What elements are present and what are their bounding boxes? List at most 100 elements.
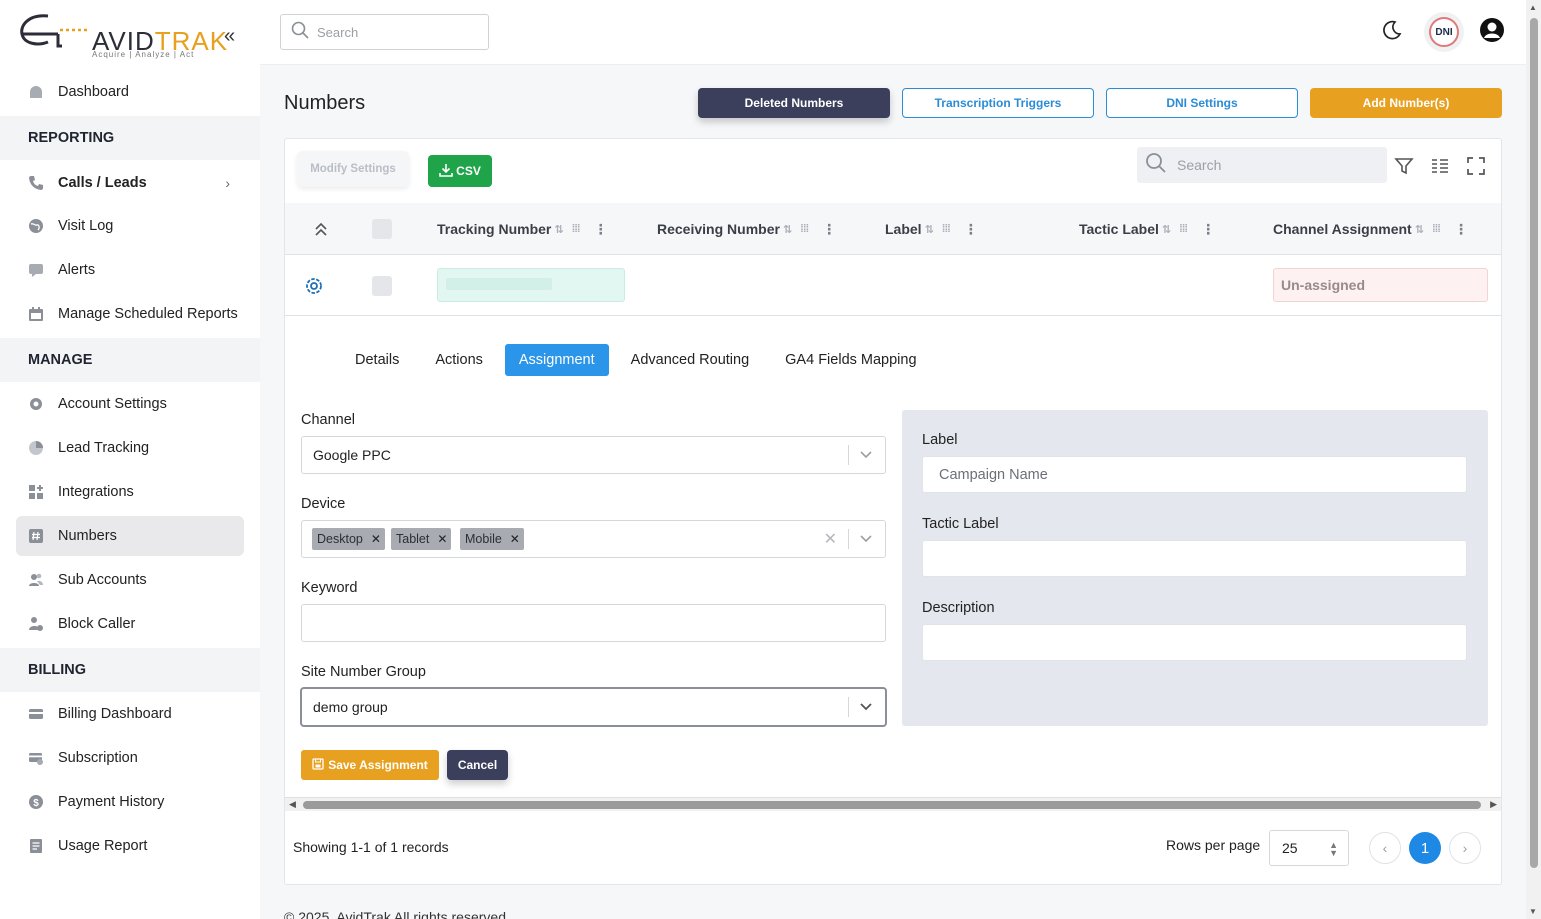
tab-assignment[interactable]: Assignment bbox=[504, 344, 609, 376]
dni-button[interactable]: DNI bbox=[1424, 12, 1464, 52]
site-number-group-select[interactable]: demo group bbox=[301, 688, 886, 726]
sort-icon[interactable]: ⇅ bbox=[925, 223, 934, 236]
remove-chip-icon[interactable]: ✕ bbox=[506, 528, 524, 550]
channel-select[interactable]: Google PPC bbox=[301, 436, 886, 474]
sort-icon[interactable]: ⇅ bbox=[1162, 223, 1171, 236]
column-menu-icon[interactable]: ⋮ bbox=[964, 221, 978, 238]
save-icon bbox=[312, 757, 324, 773]
column-label[interactable]: Label ⇅ ⁞⁞⁞ ⋮ bbox=[885, 203, 978, 255]
global-search[interactable] bbox=[280, 14, 489, 50]
sidebar-item-integrations[interactable]: Integrations bbox=[16, 472, 244, 512]
device-label: Device bbox=[301, 496, 346, 512]
scrollbar-thumb[interactable] bbox=[303, 801, 1481, 809]
columns-icon[interactable] bbox=[1429, 155, 1451, 177]
sidebar-item-lead-tracking[interactable]: Lead Tracking bbox=[16, 428, 244, 468]
dark-mode-toggle[interactable] bbox=[1372, 12, 1412, 52]
clear-all-icon[interactable]: ✕ bbox=[824, 529, 837, 549]
drag-handle-icon[interactable]: ⁞⁞⁞ bbox=[942, 223, 951, 235]
sidebar-item-sub-accounts[interactable]: Sub Accounts bbox=[16, 560, 244, 600]
row-checkbox[interactable] bbox=[372, 276, 392, 296]
description-field[interactable] bbox=[922, 624, 1467, 661]
label-panel: Label Tactic Label Description bbox=[902, 410, 1488, 726]
tactic-label-field[interactable] bbox=[922, 540, 1467, 577]
tab-advanced-routing[interactable]: Advanced Routing bbox=[617, 344, 764, 376]
table-search-input[interactable] bbox=[1177, 157, 1367, 173]
csv-export-button[interactable]: CSV bbox=[428, 155, 492, 187]
chevron-down-icon[interactable] bbox=[857, 445, 875, 465]
sidebar-item-numbers[interactable]: Numbers bbox=[16, 516, 244, 556]
chevron-down-icon[interactable] bbox=[857, 529, 875, 549]
vertical-scrollbar[interactable]: ▲ ▼ bbox=[1526, 0, 1541, 919]
sort-icon[interactable]: ⇅ bbox=[783, 223, 792, 236]
cancel-button[interactable]: Cancel bbox=[447, 750, 508, 780]
sidebar-item-calls-leads[interactable]: Calls / Leads › bbox=[16, 163, 244, 203]
sort-icon[interactable]: ⇅ bbox=[1415, 223, 1424, 236]
remove-chip-icon[interactable]: ✕ bbox=[433, 528, 451, 550]
column-menu-icon[interactable]: ⋮ bbox=[1454, 221, 1468, 238]
save-assignment-button[interactable]: Save Assignment bbox=[301, 750, 439, 780]
brand-logo[interactable]: AVIDTRAK Acquire | Analyze | Act bbox=[18, 10, 248, 66]
next-page-button[interactable]: › bbox=[1449, 832, 1481, 864]
sidebar-item-block-caller[interactable]: Block Caller bbox=[16, 604, 244, 644]
keyword-field[interactable] bbox=[301, 604, 886, 642]
user-menu[interactable] bbox=[1472, 12, 1512, 52]
sort-icon[interactable]: ⇅ bbox=[554, 223, 563, 236]
tab-actions[interactable]: Actions bbox=[421, 344, 497, 376]
scroll-right-icon[interactable]: ▶ bbox=[1490, 799, 1497, 810]
collapse-sidebar-icon[interactable]: « bbox=[224, 26, 235, 46]
remove-chip-icon[interactable]: ✕ bbox=[367, 528, 385, 550]
select-all-checkbox[interactable] bbox=[372, 203, 392, 255]
scroll-left-icon[interactable]: ◀ bbox=[289, 799, 296, 810]
deleted-numbers-button[interactable]: Deleted Numbers bbox=[698, 88, 890, 118]
tab-ga4-fields-mapping[interactable]: GA4 Fields Mapping bbox=[771, 344, 930, 376]
table-search[interactable] bbox=[1137, 147, 1387, 183]
horizontal-scrollbar[interactable]: ◀ ▶ bbox=[285, 797, 1501, 811]
sidebar-item-dashboard[interactable]: Dashboard bbox=[16, 72, 244, 112]
sidebar-item-account-settings[interactable]: Account Settings bbox=[16, 384, 244, 424]
drag-handle-icon[interactable]: ⁞⁞⁞ bbox=[1179, 223, 1188, 235]
sidebar-item-usage-report[interactable]: Usage Report bbox=[16, 826, 244, 866]
label-input[interactable] bbox=[923, 457, 1466, 492]
filter-icon[interactable] bbox=[1393, 155, 1415, 177]
scroll-up-icon[interactable]: ▲ bbox=[1529, 3, 1537, 12]
drag-handle-icon[interactable]: ⁞⁞⁞ bbox=[572, 223, 581, 235]
sidebar-item-alerts[interactable]: Alerts bbox=[16, 250, 244, 290]
divider bbox=[848, 697, 849, 717]
chevron-down-icon[interactable] bbox=[857, 697, 875, 717]
sidebar-item-scheduled-reports[interactable]: Manage Scheduled Reports bbox=[16, 294, 244, 334]
description-input[interactable] bbox=[923, 625, 1466, 660]
collapse-all-icon[interactable] bbox=[313, 203, 329, 255]
scrollbar-thumb[interactable] bbox=[1530, 18, 1538, 868]
sidebar-item-billing-dashboard[interactable]: Billing Dashboard bbox=[16, 694, 244, 734]
tab-details[interactable]: Details bbox=[341, 344, 413, 376]
page-button-current[interactable]: 1 bbox=[1409, 832, 1441, 864]
drag-handle-icon[interactable]: ⁞⁞⁞ bbox=[1432, 223, 1441, 235]
chevron-right-icon: › bbox=[225, 175, 230, 191]
prev-page-button[interactable]: ‹ bbox=[1369, 832, 1401, 864]
fullscreen-icon[interactable] bbox=[1465, 155, 1487, 177]
checkbox[interactable] bbox=[372, 219, 392, 239]
column-channel-assignment[interactable]: Channel Assignment ⇅ ⁞⁞⁞ ⋮ bbox=[1273, 203, 1468, 255]
sidebar-item-visit-log[interactable]: Visit Log bbox=[16, 206, 244, 246]
drag-handle-icon[interactable]: ⁞⁞⁞ bbox=[800, 223, 809, 235]
device-multiselect[interactable]: Desktop ✕ Tablet ✕ Mobile ✕ ✕ bbox=[301, 520, 886, 558]
transcription-triggers-button[interactable]: Transcription Triggers bbox=[902, 88, 1094, 118]
row-settings-gear-icon[interactable] bbox=[303, 275, 325, 302]
tactic-label-input[interactable] bbox=[923, 541, 1466, 576]
rows-per-page-select[interactable]: 25 ▲ ▼ bbox=[1269, 830, 1349, 866]
column-tactic-label[interactable]: Tactic Label ⇅ ⁞⁞⁞ ⋮ bbox=[1079, 203, 1215, 255]
column-menu-icon[interactable]: ⋮ bbox=[1201, 221, 1215, 238]
column-menu-icon[interactable]: ⋮ bbox=[594, 221, 608, 238]
sidebar-item-payment-history[interactable]: $ Payment History bbox=[16, 782, 244, 822]
label-field[interactable] bbox=[922, 456, 1467, 493]
add-numbers-button[interactable]: Add Number(s) bbox=[1310, 88, 1502, 118]
dni-settings-button[interactable]: DNI Settings bbox=[1106, 88, 1298, 118]
global-search-input[interactable] bbox=[317, 24, 477, 40]
column-menu-icon[interactable]: ⋮ bbox=[822, 221, 836, 238]
modify-settings-button[interactable]: Modify Settings bbox=[297, 151, 409, 187]
column-tracking-number[interactable]: Tracking Number ⇅ ⁞⁞⁞ ⋮ bbox=[437, 203, 608, 255]
column-receiving-number[interactable]: Receiving Number ⇅ ⁞⁞⁞ ⋮ bbox=[657, 203, 836, 255]
scroll-down-icon[interactable]: ▼ bbox=[1529, 907, 1537, 916]
keyword-input[interactable] bbox=[302, 605, 885, 641]
sidebar-item-subscription[interactable]: Subscription bbox=[16, 738, 244, 778]
